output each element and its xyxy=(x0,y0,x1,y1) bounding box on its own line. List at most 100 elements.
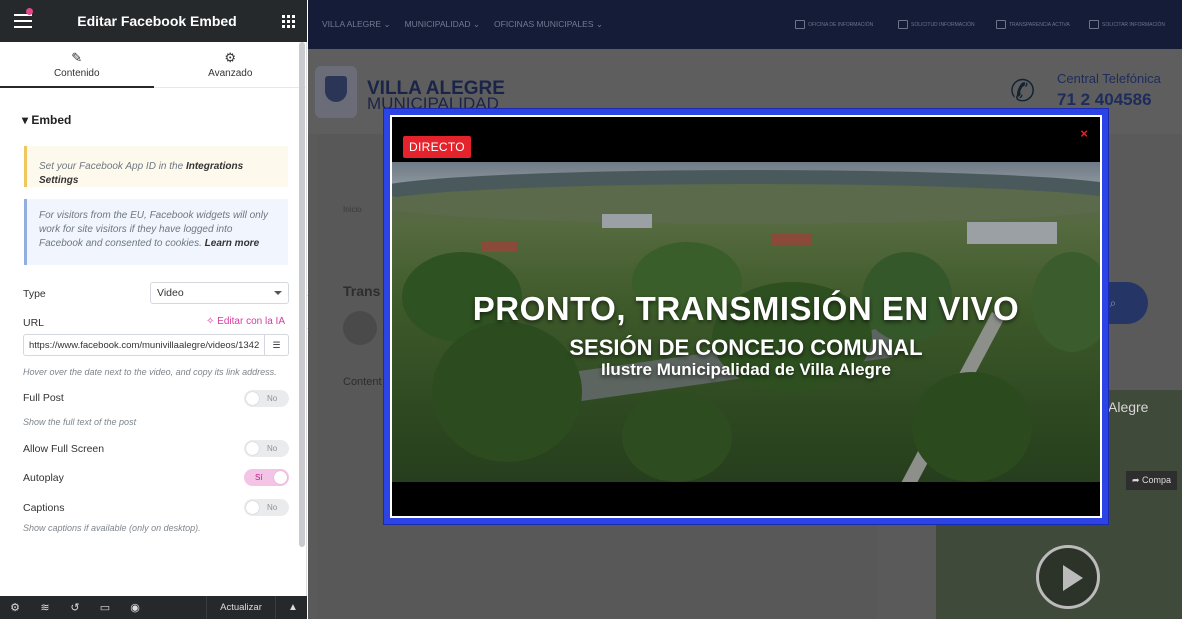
toggle-state: No xyxy=(267,503,278,512)
toggle-knob xyxy=(246,442,259,455)
allow-full-screen-toggle[interactable]: No xyxy=(244,440,289,457)
type-label: Type xyxy=(23,288,46,300)
toggle-state: No xyxy=(267,444,278,453)
phone-icon: ✆ xyxy=(1010,75,1036,108)
autoplay-label: Autoplay xyxy=(23,472,64,484)
video-modal: × DIRECTO PRONTO, TRANSMISIÓN EN VIVO SE… xyxy=(384,109,1108,524)
document-icon xyxy=(996,20,1006,29)
menu-icon[interactable] xyxy=(14,8,33,28)
close-icon[interactable]: × xyxy=(1080,126,1088,141)
layers-icon[interactable]: ≋ xyxy=(30,601,60,614)
notice-eu: For visitors from the EU, Facebook widge… xyxy=(24,199,288,265)
request-transparency-badge[interactable]: SOLICITAR INFORMACIÓN xyxy=(1089,20,1165,29)
sparkle-icon: ✧ xyxy=(206,316,218,327)
panel-footer: ⚙ ≋ ↺ ▭ ◉ Actualizar ▲ xyxy=(0,596,307,619)
dynamic-tags-icon[interactable]: ☰ xyxy=(264,335,288,355)
tab-label: Avanzado xyxy=(208,67,253,79)
info-icon xyxy=(1089,20,1099,29)
share-icon: ➦ xyxy=(1132,475,1143,485)
municipality-logo[interactable] xyxy=(315,66,357,118)
building-icon xyxy=(898,20,908,29)
toggle-state: Sí xyxy=(255,473,263,482)
phone-label: Central Telefónica xyxy=(1057,71,1161,86)
chevron-up-icon[interactable]: ▲ xyxy=(279,596,307,619)
history-icon[interactable]: ↺ xyxy=(60,601,90,614)
widgets-grid-icon[interactable] xyxy=(281,14,295,28)
url-label: URL xyxy=(23,317,45,329)
building-roof xyxy=(772,234,812,246)
badge-label: TRANSPARENCIA ACTIVA xyxy=(1009,21,1070,28)
video-player[interactable]: PRONTO, TRANSMISIÓN EN VIVO SESIÓN DE CO… xyxy=(392,162,1100,482)
request-info-badge[interactable]: SOLICITUD INFORMACIÓN xyxy=(898,20,975,29)
learn-more-link[interactable]: Learn more xyxy=(205,238,259,249)
caret-down-icon: ▾ xyxy=(22,113,32,127)
url-input[interactable] xyxy=(24,335,265,355)
badge-label: SOLICITUD INFORMACIÓN xyxy=(911,21,975,28)
search-icon: ⌕ xyxy=(1109,295,1117,310)
responsive-icon[interactable]: ▭ xyxy=(90,601,120,614)
type-select[interactable]: Video xyxy=(150,282,289,304)
video-caption: Ilustre Municipalidad de Villa Alegre xyxy=(600,360,892,379)
badge-label: SOLICITAR INFORMACIÓN xyxy=(1102,21,1165,28)
building-roof xyxy=(482,242,517,252)
notice-app-id: Set your Facebook App ID in the Integrat… xyxy=(24,146,288,187)
menu-label: MUNICIPALIDAD xyxy=(404,19,471,29)
menu-villa-alegre[interactable]: VILLA ALEGRE ⌄ xyxy=(322,19,391,30)
menu-oficinas[interactable]: OFICINAS MUNICIPALES ⌄ xyxy=(494,19,603,30)
panel-header: Editar Facebook Embed xyxy=(0,0,307,42)
section-embed-toggle[interactable]: ▾ Embed xyxy=(22,113,71,127)
edit-with-ai-link[interactable]: ✧ Editar con la IA xyxy=(206,316,285,327)
panel-tabs: ✎ Contenido ⚙ Avanzado xyxy=(0,42,307,88)
content-label: Content xyxy=(343,376,382,388)
share-button[interactable]: ➦ Compa xyxy=(1126,471,1178,490)
toggle-knob xyxy=(274,471,287,484)
phone-number[interactable]: 71 2 404586 xyxy=(1057,90,1152,110)
preview-eye-icon[interactable]: ◉ xyxy=(120,601,150,614)
tab-avanzado[interactable]: ⚙ Avanzado xyxy=(154,42,308,87)
autoplay-toggle[interactable]: Sí xyxy=(244,469,289,486)
toggle-knob xyxy=(246,501,259,514)
info-office-badge[interactable]: OFICINA DE INFORMACIÓN xyxy=(795,20,873,29)
menu-label: OFICINAS MUNICIPALES xyxy=(494,19,594,29)
update-button[interactable]: Actualizar xyxy=(206,596,276,619)
url-field: ☰ xyxy=(23,334,289,356)
breadcrumb[interactable]: Inicio xyxy=(343,205,362,214)
settings-icon[interactable]: ⚙ xyxy=(0,601,30,614)
chevron-down-icon xyxy=(274,291,282,295)
url-help: Hover over the date next to the video, a… xyxy=(23,367,277,377)
gear-icon: ⚙ xyxy=(224,49,237,65)
badge-label: OFICINA DE INFORMACIÓN xyxy=(808,21,874,28)
transparency-badge[interactable]: TRANSPARENCIA ACTIVA xyxy=(996,20,1070,29)
play-icon[interactable] xyxy=(1036,545,1100,609)
captions-toggle[interactable]: No xyxy=(244,499,289,516)
tree xyxy=(912,372,1032,482)
modal-frame: × DIRECTO PRONTO, TRANSMISIÓN EN VIVO SE… xyxy=(390,115,1102,518)
document-icon xyxy=(795,20,805,29)
building-roof xyxy=(602,214,652,228)
building-roof xyxy=(967,222,1057,244)
side-card-title: Alegre xyxy=(1108,399,1149,415)
menu-label: VILLA ALEGRE xyxy=(322,19,382,29)
tree xyxy=(622,392,732,482)
captions-label: Captions xyxy=(23,502,65,514)
mountain-ridge xyxy=(392,184,1100,224)
video-title: PRONTO, TRANSMISIÓN EN VIVO xyxy=(472,290,1020,327)
full-post-label: Full Post xyxy=(23,392,64,404)
video-subtitle: SESIÓN DE CONCEJO COMUNAL xyxy=(569,335,923,360)
notice-text: Set your Facebook App ID in the xyxy=(39,161,186,172)
post-title: Trans xyxy=(343,283,381,299)
ai-link-label: Editar con la IA xyxy=(217,316,285,327)
site-topbar: VILLA ALEGRE ⌄ MUNICIPALIDAD ⌄ OFICINAS … xyxy=(308,0,1182,49)
allow-full-screen-label: Allow Full Screen xyxy=(23,443,105,455)
panel-scrollbar[interactable] xyxy=(299,42,305,547)
full-post-toggle[interactable]: No xyxy=(244,390,289,407)
menu-municipalidad[interactable]: MUNICIPALIDAD ⌄ xyxy=(405,19,480,30)
full-post-help: Show the full text of the post xyxy=(23,417,137,427)
toggle-state: No xyxy=(267,394,278,403)
tab-contenido[interactable]: ✎ Contenido xyxy=(0,42,154,88)
editor-panel: Editar Facebook Embed ✎ Contenido ⚙ Avan… xyxy=(0,0,307,619)
pencil-icon: ✎ xyxy=(71,49,83,65)
type-value: Video xyxy=(157,287,184,299)
avatar xyxy=(343,311,377,345)
toggle-knob xyxy=(246,392,259,405)
